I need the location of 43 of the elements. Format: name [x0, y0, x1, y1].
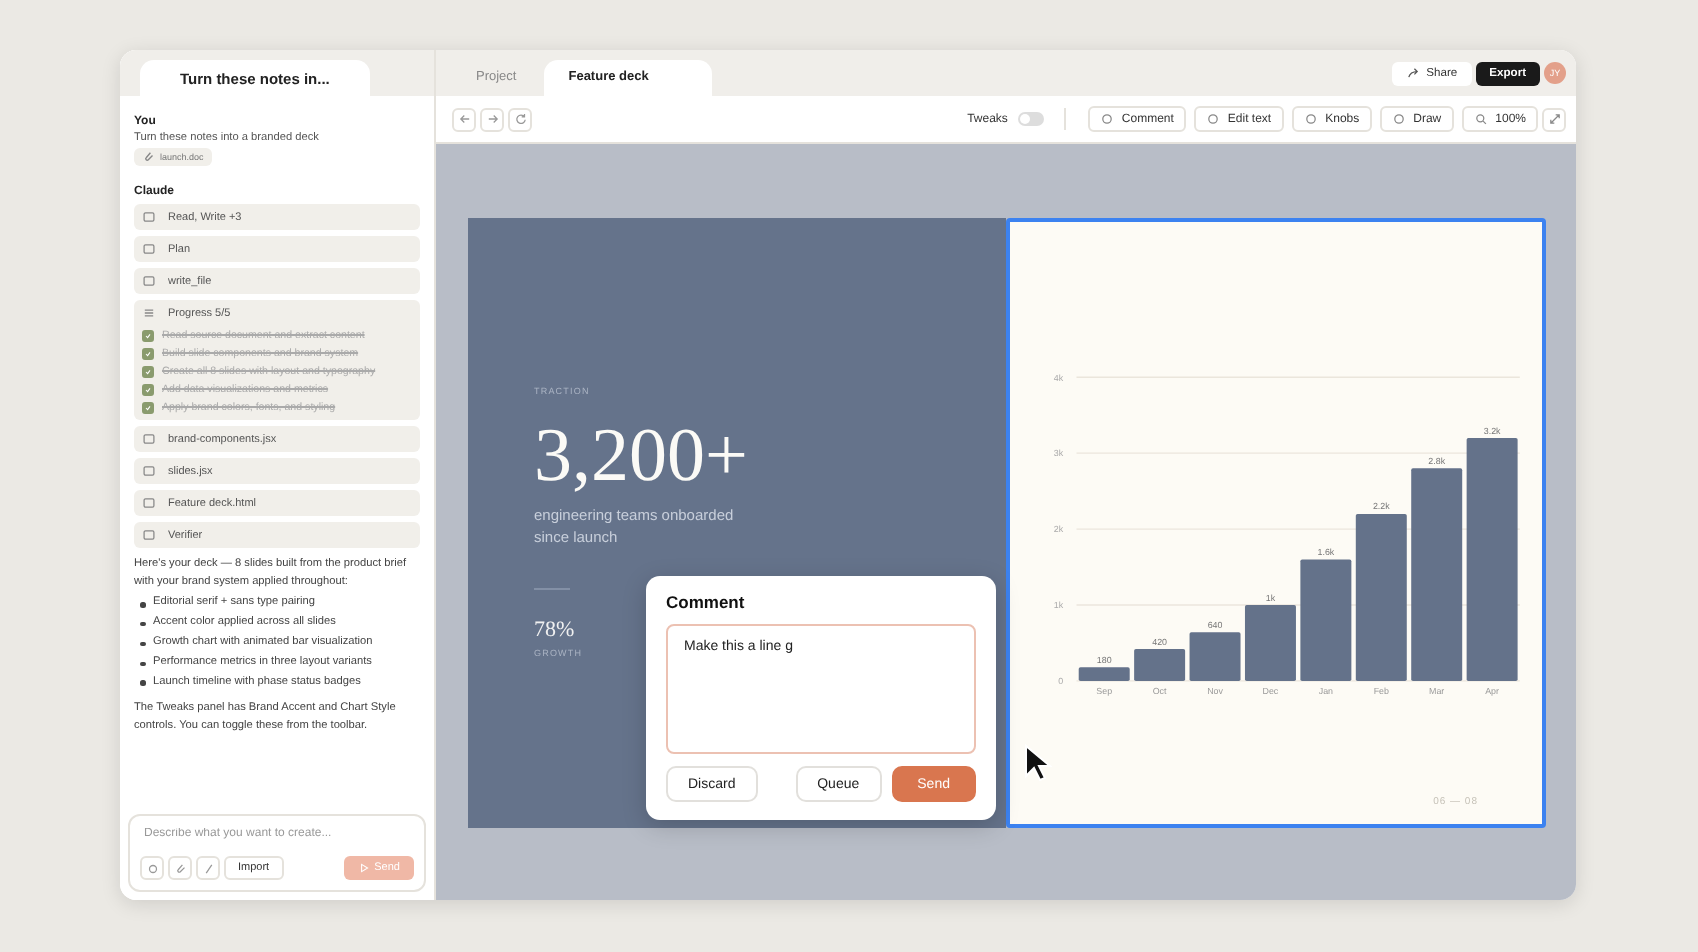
- task-checkbox[interactable]: [142, 384, 154, 396]
- tool-icon: [1099, 112, 1114, 126]
- tool-icon: [1391, 112, 1406, 126]
- reload-icon: [513, 112, 527, 126]
- task-checkbox[interactable]: [142, 348, 154, 360]
- task-checkbox[interactable]: [142, 402, 154, 414]
- task-checkbox[interactable]: [142, 330, 154, 342]
- file-icon: [142, 432, 156, 446]
- tweaks-toggle[interactable]: [1017, 112, 1044, 126]
- mouse-pointer-icon: [1024, 744, 1052, 784]
- list-icon: [142, 306, 156, 320]
- file-icon: [142, 528, 156, 542]
- chart-bar: [1134, 649, 1186, 681]
- share-arrow-icon: [1406, 66, 1421, 80]
- chart-bar: [1189, 632, 1241, 681]
- left-arrow-icon: [457, 112, 471, 126]
- slide-headline: 3,200+: [534, 418, 748, 494]
- tool-icon: [1205, 112, 1220, 126]
- reload-button[interactable]: [508, 107, 532, 131]
- metric-value: 78%: [534, 617, 575, 641]
- expand-button[interactable]: [1542, 107, 1566, 131]
- file-icon: [142, 274, 156, 288]
- expand-icon: [1547, 112, 1561, 126]
- pen-button[interactable]: [196, 856, 220, 880]
- forward-button[interactable]: [480, 107, 504, 131]
- file-icon: [142, 464, 156, 478]
- paperclip-icon: [142, 150, 156, 164]
- task-checkbox[interactable]: [142, 366, 154, 378]
- chart-bar: [1300, 559, 1352, 681]
- search-icon: [1473, 112, 1488, 126]
- attach-button[interactable]: [168, 856, 192, 880]
- paperclip-icon: [173, 861, 187, 875]
- comment-title: Comment: [666, 592, 747, 612]
- file-icon: [142, 496, 156, 510]
- chart-bar: [1244, 605, 1296, 681]
- back-button[interactable]: [452, 107, 476, 131]
- pen-icon: [201, 861, 215, 875]
- play-icon: [358, 862, 371, 874]
- right-arrow-icon: [485, 112, 499, 126]
- file-icon: [142, 242, 156, 256]
- settings-button[interactable]: [140, 856, 164, 880]
- tool-icon: [1303, 112, 1318, 126]
- file-icon: [142, 210, 156, 224]
